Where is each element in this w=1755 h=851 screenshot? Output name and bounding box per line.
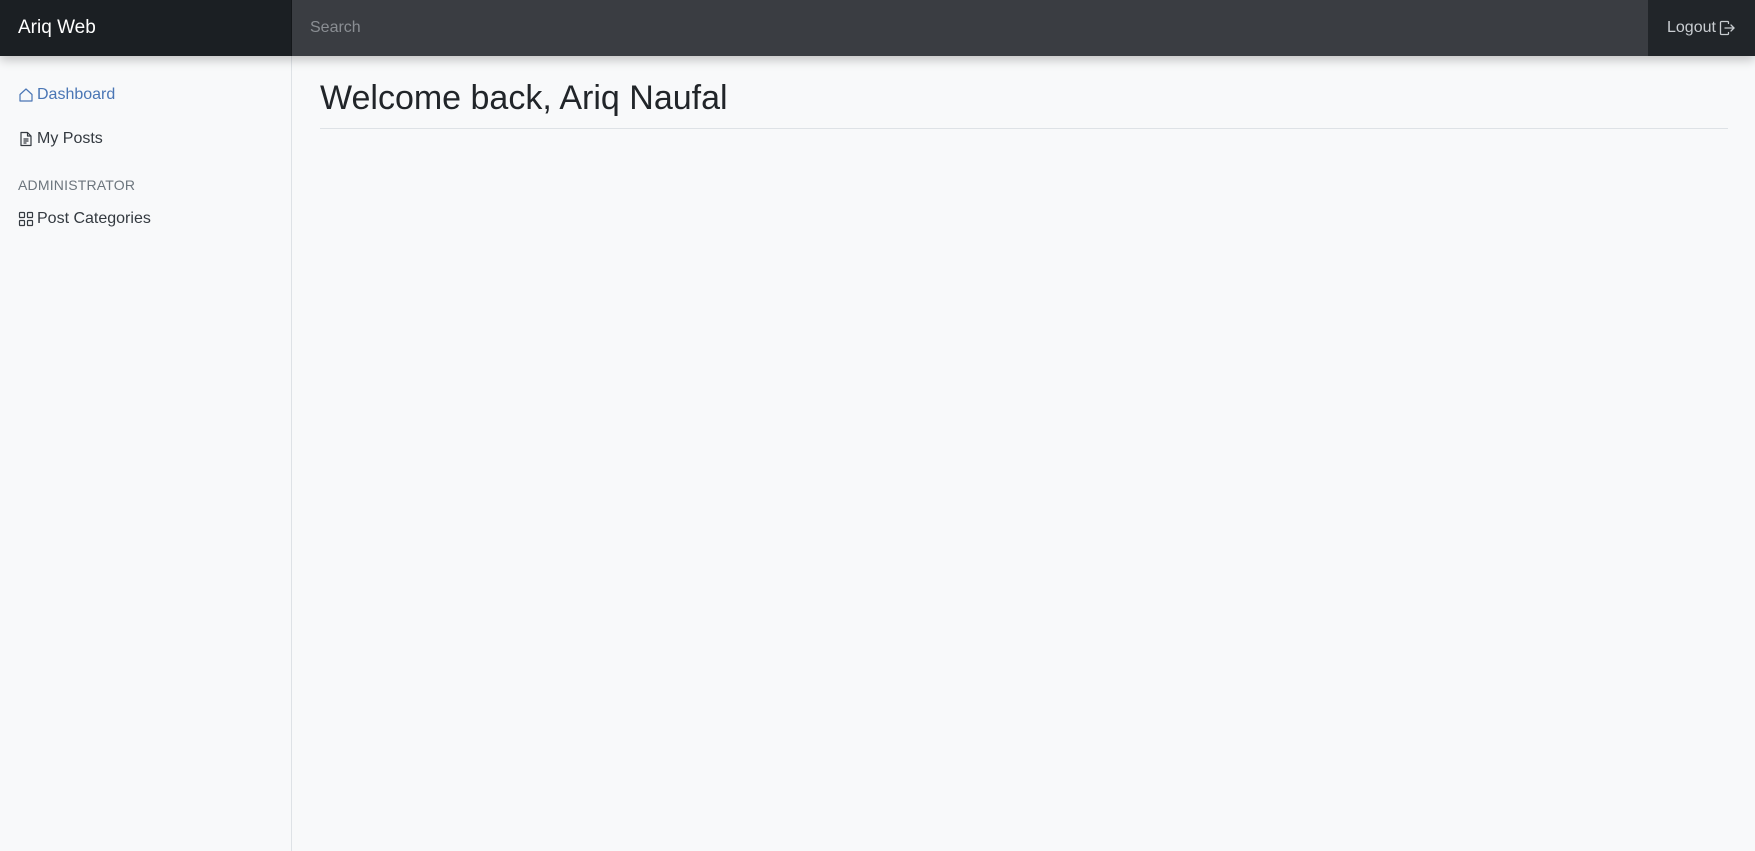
sidebar-item-label: Dashboard — [37, 86, 116, 103]
sidebar-item-label: My Posts — [37, 130, 103, 147]
main-content: Welcome back, Ariq Naufal — [293, 56, 1755, 851]
grid-icon — [18, 211, 34, 227]
sidebar: Dashboard My Posts ADMINISTRATOR Post Ca… — [0, 56, 292, 851]
sidebar-item-post-categories[interactable]: Post Categories — [0, 207, 291, 231]
brand-link[interactable]: Ariq Web — [0, 0, 292, 56]
page-title: Welcome back, Ariq Naufal — [320, 79, 728, 117]
search-input[interactable] — [292, 0, 1648, 56]
sidebar-section-heading: ADMINISTRATOR — [18, 177, 136, 193]
logout-icon — [1719, 20, 1735, 36]
home-icon — [19, 88, 33, 102]
top-navbar: Ariq Web Logout — [0, 0, 1755, 56]
sidebar-item-dashboard[interactable]: Dashboard — [0, 83, 291, 107]
title-divider — [320, 128, 1728, 129]
file-text-icon — [20, 131, 32, 147]
sidebar-item-my-posts[interactable]: My Posts — [0, 127, 291, 151]
logout-label: Logout — [1667, 19, 1716, 36]
logout-button[interactable]: Logout — [1648, 0, 1755, 56]
sidebar-item-label: Post Categories — [37, 210, 151, 227]
